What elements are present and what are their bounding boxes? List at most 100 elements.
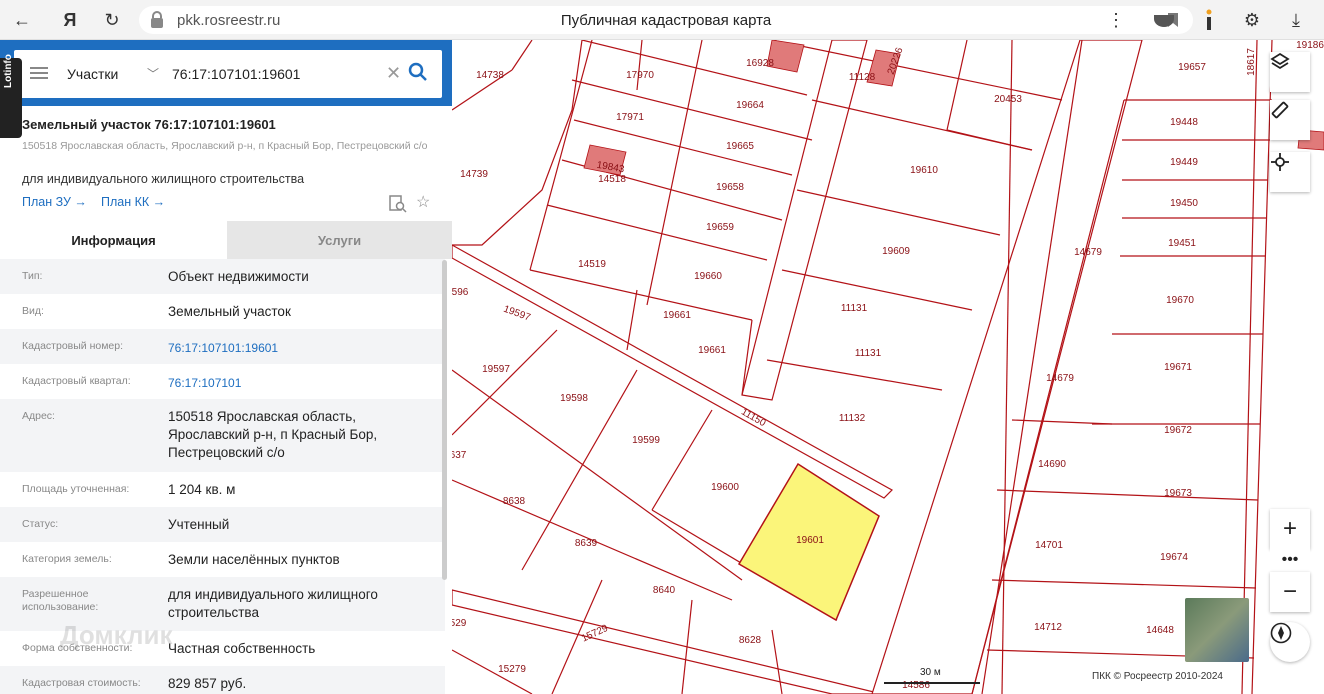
parcel-label: 596 [452, 287, 469, 298]
parcel-label: 19660 [694, 271, 722, 282]
parcel-label: 19661 [663, 310, 691, 321]
parcel-label: 19597 [502, 304, 532, 324]
parcel-label: 19658 [716, 182, 744, 193]
parcel-label: 14648 [1146, 625, 1174, 636]
info-row: Кадастровый квартал: 76:17:107101 [0, 364, 445, 399]
more-vertical-icon[interactable]: ⋮ [1102, 6, 1130, 34]
parcel-label: 19451 [1168, 238, 1196, 249]
object-title: Земельный участок 76:17:107101:19601 [22, 117, 276, 132]
browser-toolbar: ← Я ↻ pkk.rosreestr.ru Публичная кадастр… [0, 0, 1324, 40]
minus-icon: − [1282, 578, 1297, 605]
parcel-label: 14519 [578, 259, 606, 270]
extensions-icon[interactable]: ⚙ [1238, 6, 1266, 34]
info-row-label: Кадастровый квартал: [22, 375, 131, 387]
parcel-label: 16928 [746, 58, 774, 69]
parcel-label: 14738 [476, 70, 504, 81]
chevron-down-icon[interactable]: ﹀ [147, 65, 159, 82]
parcel-label: 19186 [1296, 40, 1324, 51]
search-box: Участки ﹀ ✕ [14, 50, 442, 98]
parcel-label: 19659 [706, 222, 734, 233]
yandex-icon[interactable]: Я [56, 6, 84, 34]
parcel-labels: 14738 17970 16928 11128 20226 19657 1861… [452, 40, 1324, 691]
parcel-label: 17971 [616, 112, 644, 123]
info-icon[interactable] [1195, 6, 1223, 34]
parcel-label: 19657 [1178, 62, 1206, 73]
zoom-out-button[interactable]: − [1270, 572, 1310, 612]
cadastral-number-link[interactable]: 76:17:107101:19601 [168, 339, 438, 357]
search-input[interactable] [172, 63, 382, 85]
parcel-label: 19598 [560, 393, 588, 404]
watermark: Домклик [60, 620, 173, 650]
panel-tabs: Информация Услуги [0, 221, 452, 259]
cadastral-map[interactable]: 14738 17970 16928 11128 20226 19657 1861… [452, 40, 1324, 694]
search-type-select[interactable]: Участки [67, 66, 118, 82]
info-row-value: Учтенный [168, 517, 230, 532]
ruler-icon [1271, 101, 1289, 119]
zoom-in-button[interactable]: + [1270, 509, 1310, 549]
info-row-value: для индивидуального жилищного строительс… [168, 587, 378, 620]
parcel-label: 11131 [841, 303, 868, 314]
lotinfo-extension-tab[interactable]: Lotinfo [0, 54, 22, 138]
parcel-label: 19609 [882, 246, 910, 257]
info-row-label: Разрешенное использование: [22, 588, 99, 613]
locate-button[interactable] [1270, 152, 1310, 192]
star-icon[interactable]: ☆ [416, 192, 430, 212]
parcel-label: 15279 [498, 664, 526, 675]
scrollbar[interactable] [442, 260, 447, 580]
parcel-label: 8628 [739, 635, 762, 646]
info-row-label: Кадастровый номер: [22, 340, 124, 352]
info-row: Кадастровый номер: 76:17:107101:19601 [0, 329, 445, 364]
download-icon[interactable]: ⤓ [1282, 6, 1310, 34]
plan-kk-link[interactable]: План КК → [101, 195, 165, 209]
parcel-label: 14690 [1038, 459, 1066, 470]
parcel-lines [452, 40, 1273, 694]
parcel-label: 19671 [1164, 362, 1192, 373]
parcel-label: 19600 [711, 482, 739, 493]
object-purpose: для индивидуального жилищного строительс… [22, 172, 305, 186]
parcel-label: 19665 [726, 141, 754, 152]
search-icon[interactable] [408, 62, 428, 82]
map-canvas[interactable]: 14738 17970 16928 11128 20226 19657 1861… [452, 40, 1324, 694]
info-row-value: Частная собственность [168, 641, 316, 656]
info-row: Адрес: 150518 Ярославская область, Яросл… [0, 399, 445, 472]
parcel-label: 11128 [849, 72, 876, 83]
plus-icon: + [1282, 515, 1297, 542]
parcel-label: 19599 [632, 435, 660, 446]
mask-icon[interactable] [1150, 6, 1178, 34]
parcel-label: 19673 [1164, 488, 1192, 499]
info-row: Кадастровая стоимость: 829 857 руб. [0, 666, 445, 694]
info-row: Площадь уточненная: 1 204 кв. м [0, 472, 445, 507]
address-bar[interactable]: pkk.rosreestr.ru Публичная кадастровая к… [139, 6, 1193, 34]
parcel-label: 14679 [1046, 373, 1074, 384]
parcel-label: 8639 [575, 538, 598, 549]
more-options-button[interactable]: ••• [1270, 549, 1310, 571]
parcel-label: 19449 [1170, 157, 1198, 168]
reload-icon[interactable]: ↻ [98, 6, 126, 34]
cadastral-quarter-link[interactable]: 76:17:107101 [168, 374, 438, 392]
parcel-label: 8640 [653, 585, 676, 596]
compass-icon [1270, 622, 1292, 644]
compass-button[interactable] [1270, 622, 1310, 662]
back-icon[interactable]: ← [8, 6, 36, 34]
plan-zu-link[interactable]: План ЗУ → [22, 195, 87, 209]
parcel-label: 11131 [855, 348, 882, 359]
document-search-icon[interactable] [389, 195, 407, 213]
ellipsis-icon: ••• [1281, 551, 1299, 568]
ruler-button[interactable] [1270, 100, 1310, 140]
parcel-label: 14679 [1074, 247, 1102, 258]
close-icon[interactable]: ✕ [386, 63, 401, 84]
parcel-label: 19670 [1166, 295, 1194, 306]
object-address: 150518 Ярославская область, Ярославский … [22, 140, 428, 152]
tab-services[interactable]: Услуги [227, 221, 452, 259]
layers-button[interactable] [1270, 52, 1310, 92]
parcel-label: 8638 [503, 496, 526, 507]
crosshair-icon [1271, 153, 1289, 171]
info-row: Тип: Объект недвижимости [0, 259, 445, 294]
parcel-label: 19597 [482, 364, 510, 375]
tab-information[interactable]: Информация [0, 221, 227, 259]
parcel-label: 14712 [1034, 622, 1062, 633]
satellite-minimap[interactable] [1185, 598, 1249, 662]
menu-icon[interactable] [30, 66, 48, 80]
parcel-label: 637 [452, 450, 467, 461]
scale-label: 30 м [920, 667, 941, 678]
